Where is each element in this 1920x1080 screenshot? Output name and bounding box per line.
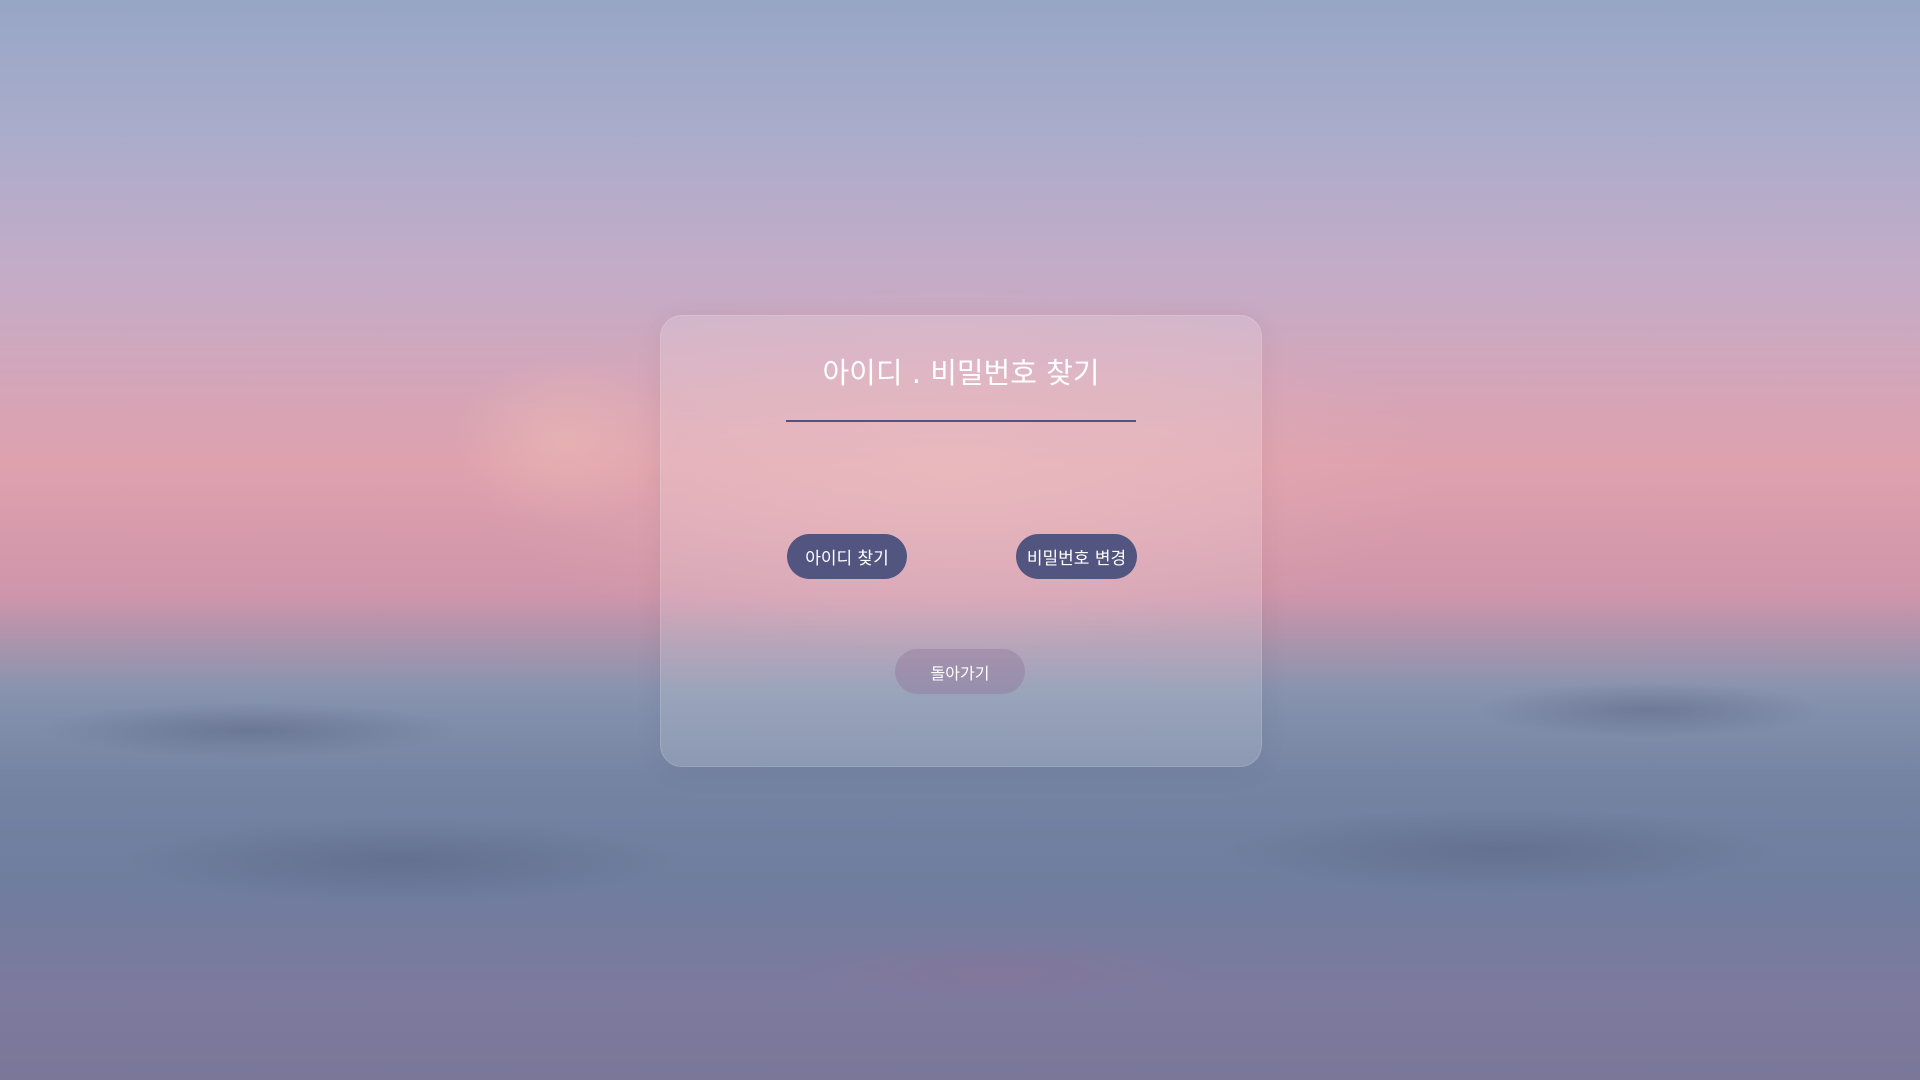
find-id-button[interactable]: 아이디 찾기 — [787, 534, 907, 579]
page-title: 아이디 . 비밀번호 찾기 — [822, 356, 1100, 390]
divider — [786, 420, 1136, 422]
change-password-button[interactable]: 비밀번호 변경 — [1016, 534, 1137, 579]
find-account-card: 아이디 . 비밀번호 찾기 아이디 찾기 비밀번호 변경 돌아가기 — [660, 315, 1262, 767]
back-button[interactable]: 돌아가기 — [895, 649, 1025, 694]
